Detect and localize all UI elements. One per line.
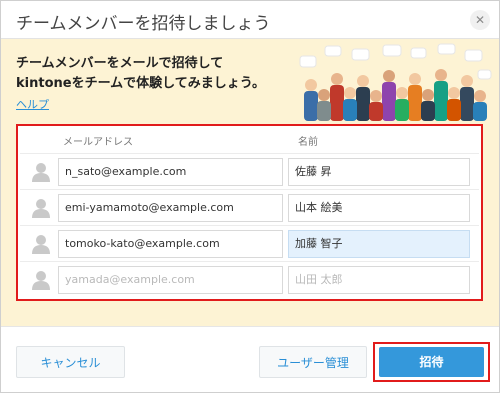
name-field[interactable]: 山田 太郎	[288, 266, 470, 294]
dialog-title: チームメンバーを招待しましょう	[16, 14, 271, 34]
user-management-button[interactable]: ユーザー管理	[259, 346, 367, 378]
email-field[interactable]: yamada@example.com	[58, 266, 283, 294]
close-button[interactable]: ✕	[470, 10, 490, 30]
user-avatar-icon	[32, 199, 50, 218]
help-link[interactable]: ヘルプ	[16, 96, 49, 112]
table-row: emi-yamamoto@example.com 山本 絵美	[20, 189, 479, 225]
dialog-footer: キャンセル ユーザー管理 招待	[1, 326, 499, 392]
invite-dialog: チームメンバーを招待しましょう ✕ チームメンバーをメールで招待して kinto…	[0, 0, 500, 393]
user-avatar-icon	[32, 163, 50, 182]
column-header-email: メールアドレス	[63, 137, 133, 148]
invite-body: メールアドレス 名前 n_sato@example.com 佐藤 昇 emi-y…	[1, 121, 499, 326]
user-avatar-icon	[32, 235, 50, 254]
invite-table: メールアドレス 名前 n_sato@example.com 佐藤 昇 emi-y…	[16, 124, 483, 301]
email-field[interactable]: n_sato@example.com	[58, 158, 283, 186]
close-icon: ✕	[474, 13, 486, 27]
column-header-name: 名前	[298, 137, 318, 148]
user-avatar-icon	[32, 271, 50, 290]
table-row: yamada@example.com 山田 太郎	[20, 261, 479, 297]
person-icon	[304, 69, 487, 121]
headline-line-2: kintoneをチームで体験してみましょう。	[16, 76, 266, 91]
speech-bubble-icon	[299, 43, 492, 80]
cancel-button[interactable]: キャンセル	[16, 346, 125, 378]
table-row: tomoko-kato@example.com 加藤 智子	[20, 225, 479, 261]
dialog-header: チームメンバーを招待しましょう ✕	[1, 1, 499, 39]
banner-headline: チームメンバーをメールで招待して kintoneをチームで体験してみましょう。	[16, 54, 265, 94]
table-row: n_sato@example.com 佐藤 昇	[20, 153, 479, 189]
invite-button[interactable]: 招待	[379, 347, 484, 377]
email-field[interactable]: tomoko-kato@example.com	[58, 230, 283, 258]
headline-line-1: チームメンバーをメールで招待して	[16, 56, 224, 71]
name-field[interactable]: 佐藤 昇	[288, 158, 470, 186]
name-field[interactable]: 加藤 智子	[288, 230, 470, 258]
email-field[interactable]: emi-yamamoto@example.com	[58, 194, 283, 222]
team-illustration	[299, 43, 492, 121]
name-field[interactable]: 山本 絵美	[288, 194, 470, 222]
